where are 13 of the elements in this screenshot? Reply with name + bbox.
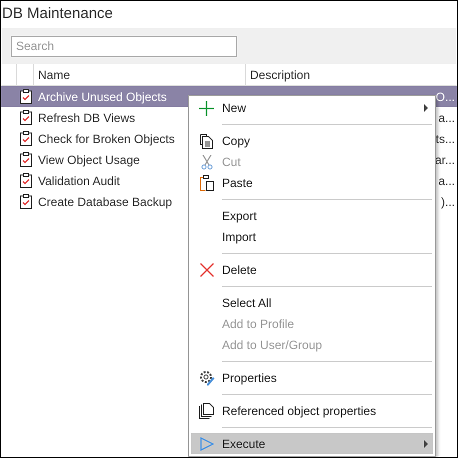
table-cell-text: a... [438, 172, 455, 190]
table-cell-text: ts... [436, 130, 455, 148]
table-cell: View Object Usage [38, 152, 140, 166]
table-cell: Validation Audit [38, 174, 120, 188]
table-cell-text: a... [438, 110, 455, 126]
table-cell-text: O... [436, 88, 455, 106]
table-cell-text: ar... [434, 152, 455, 168]
window-title: DB Maintenance [2, 4, 113, 24]
table-cell-text: )... [441, 194, 455, 210]
table-cell: Create Database Backup [38, 194, 172, 208]
table-cell: Refresh DB Views [38, 110, 136, 124]
table-cell: Archive Unused Objects [38, 90, 167, 104]
table-cell: Check for Broken Objects [38, 132, 175, 146]
